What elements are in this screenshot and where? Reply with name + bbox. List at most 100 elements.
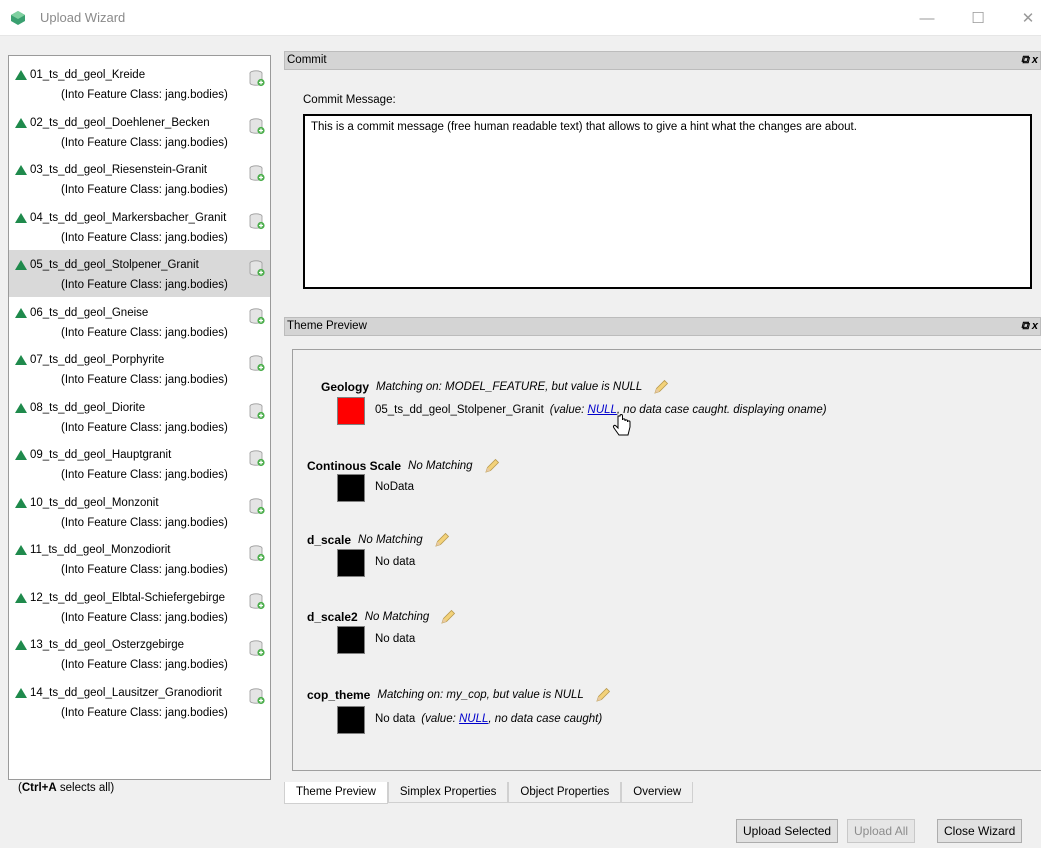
edit-pencil-icon[interactable] bbox=[433, 531, 451, 549]
theme-header: Geology Matching on: MODEL_FEATURE, but v… bbox=[321, 378, 670, 396]
list-item[interactable]: 13_ts_dd_geol_Osterzgebirge (Into Feature… bbox=[9, 630, 270, 677]
list-item[interactable]: 12_ts_dd_geol_Elbtal-Schiefergebirge (Int… bbox=[9, 583, 270, 630]
database-add-icon bbox=[249, 402, 265, 419]
swatch-value-text: 05_ts_dd_geol_Stolpener_Granit bbox=[375, 404, 544, 416]
list-item-title: 08_ts_dd_geol_Diorite bbox=[15, 399, 145, 417]
list-item-name: 13_ts_dd_geol_Osterzgebirge bbox=[30, 639, 185, 651]
commit-panel-header: Commit ⧉ x bbox=[284, 51, 1041, 70]
close-button[interactable]: ✕ bbox=[1005, 0, 1041, 36]
list-item[interactable]: 06_ts_dd_geol_Gneise (Into Feature Class:… bbox=[9, 298, 270, 345]
triangle-icon bbox=[15, 402, 27, 413]
minimize-button[interactable]: — bbox=[904, 0, 950, 36]
swatch-label: 05_ts_dd_geol_Stolpener_Granit (value: NU… bbox=[375, 404, 827, 416]
list-item-target: (Into Feature Class: jang.bodies) bbox=[61, 184, 228, 196]
list-item-target: (Into Feature Class: jang.bodies) bbox=[61, 611, 228, 624]
database-add-icon bbox=[249, 70, 265, 87]
theme-name: d_scale bbox=[307, 533, 352, 547]
list-item[interactable]: 14_ts_dd_geol_Lausitzer_Granodiorit (Into… bbox=[9, 678, 270, 725]
list-item-name: 01_ts_dd_geol_Kreide bbox=[30, 69, 146, 81]
list-item[interactable]: 09_ts_dd_geol_Hauptgranit (Into Feature C… bbox=[9, 440, 270, 487]
list-item[interactable]: 05_ts_dd_geol_Stolpener_Granit (Into Feat… bbox=[9, 250, 270, 297]
upload-all-button[interactable]: Upload All bbox=[847, 819, 916, 843]
theme-matching: Matching on: MODEL_FEATURE, but value is… bbox=[376, 381, 643, 393]
database-add-icon bbox=[249, 355, 265, 372]
triangle-icon bbox=[15, 592, 27, 603]
list-item-name: 02_ts_dd_geol_Doehlener_Becken bbox=[30, 116, 210, 129]
tab-object-properties[interactable]: Object Properties bbox=[508, 782, 622, 803]
swatch-value-text: No data bbox=[375, 713, 416, 725]
list-item-target: (Into Feature Class: jang.bodies) bbox=[61, 516, 228, 529]
select-all-hint: (Ctrl+A selects all) bbox=[18, 782, 115, 794]
hand-cursor-icon bbox=[612, 414, 631, 436]
database-add-icon bbox=[249, 260, 265, 277]
edit-pencil-icon[interactable] bbox=[594, 686, 612, 704]
list-item[interactable]: 02_ts_dd_geol_Doehlener_Becken (Into Feat… bbox=[9, 108, 270, 155]
triangle-icon bbox=[15, 212, 27, 223]
feature-list[interactable]: 01_ts_dd_geol_Kreide (Into Feature Class:… bbox=[8, 55, 271, 780]
edit-pencil-icon[interactable] bbox=[483, 457, 501, 475]
list-item[interactable]: 10_ts_dd_geol_Monzonit (Into Feature Clas… bbox=[9, 488, 270, 535]
list-item[interactable]: 04_ts_dd_geol_Markersbacher_Granit (Into … bbox=[9, 203, 270, 250]
swatch-label: NoData bbox=[375, 481, 414, 493]
triangle-icon bbox=[15, 307, 27, 318]
list-item-name: 12_ts_dd_geol_Elbtal-Schiefergebirge bbox=[30, 591, 226, 604]
list-item-target: (Into Feature Class: jang.bodies) bbox=[61, 231, 228, 244]
commit-message-label: Commit Message: bbox=[303, 94, 396, 106]
edit-pencil-icon[interactable] bbox=[652, 378, 670, 396]
theme-header: cop_theme Matching on: my_cop, but value … bbox=[307, 686, 612, 704]
maximize-button[interactable]: ☐ bbox=[955, 0, 1001, 36]
list-item-title: 09_ts_dd_geol_Hauptgranit bbox=[15, 446, 171, 464]
float-panel-icon[interactable]: ⧉ x bbox=[1021, 318, 1038, 335]
theme-name: d_scale2 bbox=[307, 610, 358, 624]
triangle-icon bbox=[15, 355, 27, 365]
database-add-icon bbox=[249, 450, 265, 467]
theme-header: Continous Scale No Matching bbox=[307, 457, 501, 475]
value-note: (value: NULL, no data case caught. displ… bbox=[549, 404, 827, 416]
list-item-title: 01_ts_dd_geol_Kreide bbox=[15, 66, 145, 84]
list-item[interactable]: 08_ts_dd_geol_Diorite (Into Feature Class… bbox=[9, 393, 270, 440]
list-item[interactable]: 11_ts_dd_geol_Monzodiorit (Into Feature C… bbox=[9, 535, 270, 582]
database-add-icon bbox=[249, 687, 265, 704]
list-item-name: 14_ts_dd_geol_Lausitzer_Granodiorit bbox=[30, 686, 222, 699]
list-item-title: 14_ts_dd_geol_Lausitzer_Granodiorit bbox=[15, 684, 222, 702]
theme-preview-area: Geology Matching on: MODEL_FEATURE, but v… bbox=[292, 349, 1041, 771]
list-item-name: 06_ts_dd_geol_Gneise bbox=[30, 306, 149, 319]
list-item-target: (Into Feature Class: jang.bodies) bbox=[61, 421, 228, 434]
triangle-icon bbox=[15, 497, 27, 508]
theme-matching: No Matching bbox=[364, 611, 430, 623]
close-wizard-button[interactable]: Close Wizard bbox=[937, 819, 1023, 843]
list-item-target: (Into Feature Class: jang.bodies) bbox=[61, 659, 228, 671]
swatch-label: No data bbox=[375, 633, 415, 645]
color-swatch bbox=[337, 626, 365, 654]
list-item-name: 10_ts_dd_geol_Monzonit bbox=[30, 496, 159, 509]
color-swatch bbox=[337, 474, 365, 502]
upload-selected-button[interactable]: Upload Selected bbox=[736, 819, 839, 843]
list-item-target: (Into Feature Class: jang.bodies) bbox=[61, 89, 228, 101]
list-item[interactable]: 03_ts_dd_geol_Riesenstein-Granit (Into Fe… bbox=[9, 155, 270, 202]
triangle-icon bbox=[15, 640, 27, 650]
list-item-title: 11_ts_dd_geol_Monzodiorit bbox=[15, 541, 170, 559]
float-panel-icon[interactable]: ⧉ x bbox=[1021, 52, 1038, 69]
list-item-target: (Into Feature Class: jang.bodies) bbox=[61, 326, 228, 339]
commit-message-input[interactable]: This is a commit message (free human rea… bbox=[303, 114, 1032, 289]
list-item[interactable]: 01_ts_dd_geol_Kreide (Into Feature Class:… bbox=[9, 60, 270, 107]
list-item-title: 12_ts_dd_geol_Elbtal-Schiefergebirge bbox=[15, 589, 225, 607]
list-item-target: (Into Feature Class: jang.bodies) bbox=[61, 374, 228, 386]
tab-overview[interactable]: Overview bbox=[621, 782, 694, 803]
swatch-label: No data (value: NULL, no data case caught… bbox=[375, 713, 602, 725]
theme-panel-header: Theme Preview ⧉ x bbox=[284, 317, 1041, 336]
theme-name: Geology bbox=[321, 380, 370, 394]
list-item-title: 10_ts_dd_geol_Monzonit bbox=[15, 494, 159, 512]
null-value-link[interactable]: NULL bbox=[459, 713, 488, 725]
tab-simplex-properties[interactable]: Simplex Properties bbox=[387, 782, 509, 803]
list-item-title: 03_ts_dd_geol_Riesenstein-Granit bbox=[15, 161, 207, 179]
list-item[interactable]: 07_ts_dd_geol_Porphyrite (Into Feature Cl… bbox=[9, 345, 270, 392]
list-item-target: (Into Feature Class: jang.bodies) bbox=[61, 136, 228, 149]
edit-pencil-icon[interactable] bbox=[439, 608, 457, 626]
theme-panel-title: Theme Preview bbox=[287, 320, 367, 332]
triangle-icon bbox=[15, 165, 27, 175]
swatch-label: No data bbox=[375, 556, 415, 568]
tab-theme-preview[interactable]: Theme Preview bbox=[284, 782, 388, 804]
list-item-title: 05_ts_dd_geol_Stolpener_Granit bbox=[15, 256, 199, 274]
list-item-target: (Into Feature Class: jang.bodies) bbox=[61, 706, 228, 719]
